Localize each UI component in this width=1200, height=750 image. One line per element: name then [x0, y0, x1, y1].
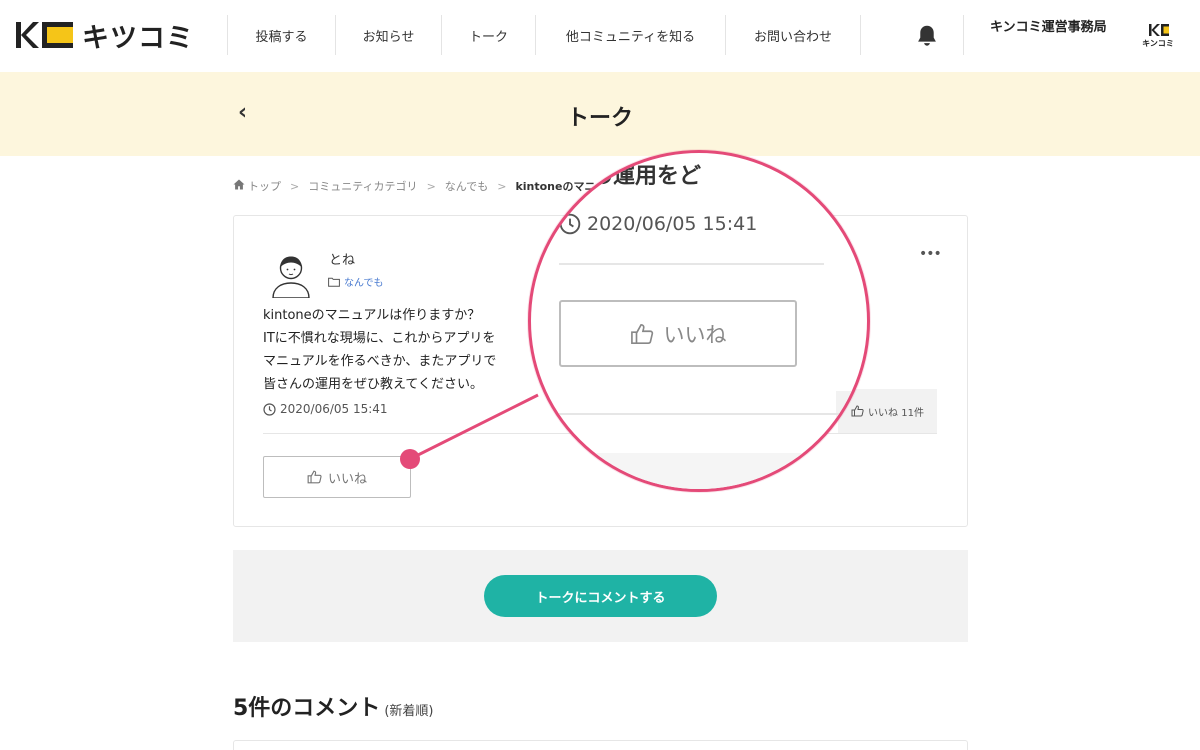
nav-post[interactable]: 投稿する [227, 15, 335, 55]
zoom-timestamp: 2020/06/05 15:41 [559, 213, 757, 235]
nav-other-communities[interactable]: 他コミュニティを知る [535, 15, 725, 55]
bell-icon[interactable] [914, 23, 940, 49]
breadcrumb-separator: > [426, 179, 436, 193]
zoom-divider [559, 413, 867, 415]
site-header: キツコミ 投稿する お知らせ トーク 他コミュニティを知る お問い合わせ キンコ… [0, 0, 1200, 72]
comments-sort-label[interactable]: (新着順) [384, 704, 433, 719]
zoom-divider [559, 263, 824, 265]
thumbs-up-icon [630, 323, 653, 344]
user-avatar-icon[interactable] [269, 248, 313, 299]
post-body: kintoneのマニュアルは作りますか？ ITに不慣れな現場に、これからアプリを… [263, 304, 496, 396]
account-avatar[interactable]: キンコミ [1139, 22, 1177, 52]
zoom-title-fragment: の運用をど [591, 164, 702, 189]
logo-mark-icon [16, 21, 74, 49]
like-count-text: いいね 11件 [868, 407, 924, 419]
breadcrumb-separator: > [497, 179, 507, 193]
main-nav: 投稿する お知らせ トーク 他コミュニティを知る お問い合わせ [227, 15, 861, 55]
nav-contact[interactable]: お問い合わせ [725, 15, 861, 55]
like-button-label: いいね [327, 471, 367, 487]
home-icon [233, 179, 245, 193]
post-body-line: kintoneのマニュアルは作りますか？ [263, 308, 481, 323]
comments-heading: 5件のコメント (新着順) [233, 690, 433, 722]
post-body-line: 皆さんの運用をぜひ教えてください。 [263, 377, 483, 392]
post-category-label: なんでも [344, 278, 384, 289]
account-name[interactable]: キンコミ運営事務局 [990, 16, 1107, 35]
post-timestamp: 2020/06/05 15:41 [263, 402, 388, 416]
post-timestamp-text: 2020/06/05 15:41 [280, 402, 388, 416]
nav-talk[interactable]: トーク [441, 15, 535, 55]
breadcrumb: トップ > コミュニティカテゴリ > なんでも > kintoneのマニュア [233, 178, 617, 194]
site-logo[interactable]: キツコミ [16, 20, 194, 54]
breadcrumb-anything[interactable]: なんでも [445, 178, 488, 194]
comment-action-area: トークにコメントする [233, 550, 968, 642]
zoom-timestamp-text: 2020/06/05 15:41 [587, 213, 758, 235]
logo-text: キツコミ [82, 22, 194, 54]
folder-icon [328, 277, 340, 287]
post-author-name[interactable]: とね [329, 249, 355, 268]
zoom-comment-area [531, 453, 867, 489]
nav-news[interactable]: お知らせ [335, 15, 441, 55]
breadcrumb-category[interactable]: コミュニティカテゴリ [308, 178, 417, 194]
post-body-line: ITに不慣れな現場に、これからアプリを [263, 331, 496, 346]
clock-icon [559, 213, 581, 235]
like-button[interactable]: いいね [263, 456, 411, 498]
comment-card [233, 740, 968, 750]
page-title-band: ‹ トーク [0, 72, 1200, 156]
header-divider [963, 15, 964, 55]
zoom-like-button-label: いいね [663, 322, 727, 347]
post-category-tag[interactable]: なんでも [328, 274, 384, 289]
breadcrumb-top[interactable]: トップ [248, 178, 281, 194]
comments-count-title: 5件のコメント [233, 696, 381, 721]
breadcrumb-separator: > [290, 179, 300, 193]
post-body-line: マニュアルを作るべきか、またアプリで [263, 354, 497, 369]
avatar-logo-text: キンコミ [1142, 39, 1174, 48]
more-options-icon[interactable]: ••• [919, 246, 942, 262]
zoom-like-button: いいね [559, 300, 797, 367]
zoom-callout: の運用をど 2020/06/05 15:41 いいね [528, 150, 870, 492]
comment-on-talk-button[interactable]: トークにコメントする [484, 575, 717, 617]
page-title: トーク [566, 106, 633, 131]
thumbs-up-icon [307, 470, 322, 484]
clock-icon [263, 402, 276, 416]
avatar-logo-icon [1149, 24, 1169, 36]
